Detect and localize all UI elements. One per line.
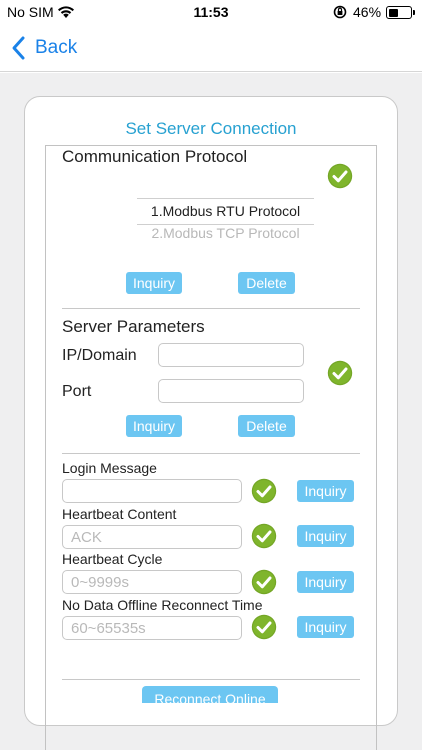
page-title: Set Server Connection [125,119,297,138]
login-message-inquiry-button[interactable]: Inquiry [297,480,354,502]
heartbeat-cycle-check-icon[interactable] [251,569,277,595]
section-divider [62,453,360,454]
reconnect-time-check-icon[interactable] [251,614,277,640]
protocol-check-icon[interactable] [327,163,353,189]
reconnect-button-clip: Reconnect Online [142,686,280,703]
picker-line-top [137,198,314,199]
login-message-input[interactable] [62,479,242,503]
reconnect-time-inquiry-button[interactable]: Inquiry [297,616,354,638]
server-delete-button[interactable]: Delete [238,415,295,437]
server-inquiry-button[interactable]: Inquiry [126,415,182,437]
heartbeat-content-label: Heartbeat Content [62,506,177,522]
protocol-section-title: Communication Protocol [62,147,248,166]
protocol-delete-button[interactable]: Delete [238,272,295,294]
login-message-label: Login Message [62,460,157,476]
reconnect-online-button[interactable]: Reconnect Online [142,686,278,703]
reconnect-time-label: No Data Offline Reconnect Time [62,597,263,613]
heartbeat-cycle-input[interactable] [62,570,242,594]
battery-percent: 46% [353,4,382,20]
navigation-bar: Back [0,24,422,72]
heartbeat-cycle-label: Heartbeat Cycle [62,551,163,567]
port-input[interactable] [158,379,304,403]
section-divider [62,679,360,680]
status-bar: No SIM 11:53 46% [0,0,422,24]
protocol-option-tcp[interactable]: 2.Modbus TCP Protocol [137,225,314,239]
heartbeat-cycle-inquiry-button[interactable]: Inquiry [297,571,354,593]
heartbeat-content-inquiry-button[interactable]: Inquiry [297,525,354,547]
server-section-title: Server Parameters [62,317,205,336]
protocol-option-rtu[interactable]: 1.Modbus RTU Protocol [137,203,314,219]
ip-domain-input[interactable] [158,343,304,367]
protocol-inquiry-button[interactable]: Inquiry [126,272,182,294]
back-label: Back [35,37,78,58]
battery-icon [386,6,415,19]
chevron-left-icon [12,36,25,60]
server-check-icon[interactable] [327,360,353,386]
reconnect-time-input[interactable] [62,616,242,640]
heartbeat-content-input[interactable] [62,525,242,549]
ip-domain-label: IP/Domain [62,347,137,364]
port-label: Port [62,383,92,400]
login-message-check-icon[interactable] [251,478,277,504]
section-divider [62,308,360,309]
heartbeat-content-check-icon[interactable] [251,523,277,549]
back-button[interactable]: Back [9,34,77,62]
rotation-lock-icon [333,4,347,25]
